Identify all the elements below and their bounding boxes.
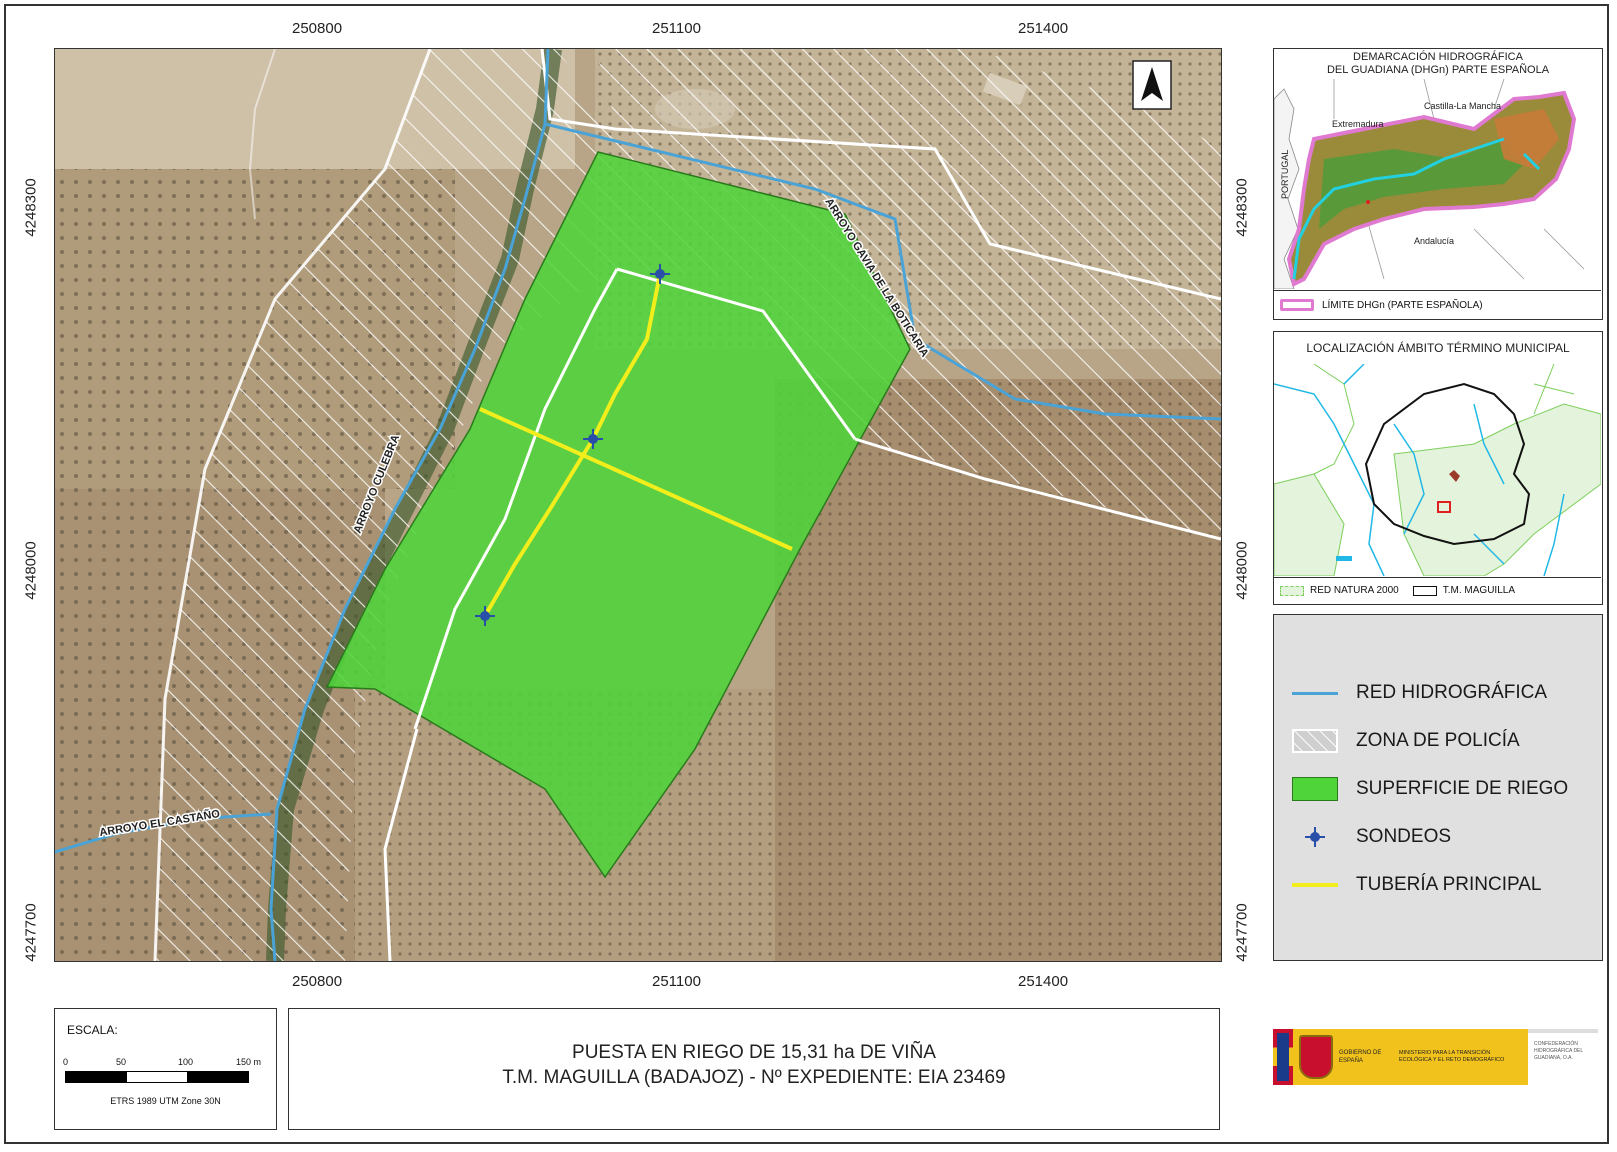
- scale-tick-100: 100: [178, 1057, 194, 1067]
- coat-of-arms-icon: [1299, 1035, 1333, 1079]
- legend-label-pipe: TUBERÍA PRINCIPAL: [1356, 874, 1542, 895]
- scale-tick-50: 50: [116, 1057, 127, 1067]
- inset-dhg-legend: LÍMITE DHGn (PARTE ESPAÑOLA): [1280, 299, 1483, 311]
- coord-x-top-1: 250800: [292, 20, 343, 37]
- map-legend: RED HIDROGRÁFICA ZONA DE POLICÍA SUPERFI…: [1273, 614, 1603, 961]
- legend-label-wells: SONDEOS: [1356, 826, 1452, 847]
- scale-tick-150: 150 m: [236, 1057, 262, 1067]
- legend-item-wells: SONDEOS: [1292, 817, 1451, 857]
- label-castilla: Castilla-La Mancha: [1424, 101, 1501, 111]
- legend-label-police: ZONA DE POLICÍA: [1356, 730, 1520, 751]
- coord-x-top-3: 251400: [1018, 20, 1069, 37]
- map-title-line1: PUESTA EN RIEGO DE 15,31 ha DE VIÑA: [572, 1042, 936, 1063]
- scale-box: ESCALA: 0 50 100 150 m ETRS 1989 UTM Zon…: [54, 1008, 277, 1130]
- coord-y-right-1: 4248300: [1233, 178, 1251, 237]
- coord-x-bottom-2: 251100: [652, 973, 701, 990]
- inset-tm-title: LOCALIZACIÓN ÁMBITO TÉRMINO MUNICIPAL: [1306, 341, 1570, 355]
- label-andalucia: Andalucía: [1414, 236, 1454, 246]
- legend-item-water: RED HIDROGRÁFICA: [1292, 673, 1547, 713]
- coord-x-bottom-1: 250800: [292, 973, 343, 990]
- coord-x-top-2: 251100: [652, 20, 701, 37]
- coord-y-right-3: 4247700: [1233, 903, 1251, 962]
- legend-item-irrigation: SUPERFICIE DE RIEGO: [1292, 769, 1568, 809]
- map-title-line2: T.M. MAGUILLA (BADAJOZ) - Nº EXPEDIENTE:…: [502, 1067, 1006, 1088]
- gobierno-text: GOBIERNO DE ESPAÑA: [1339, 1050, 1382, 1064]
- legend-item-pipe: TUBERÍA PRINCIPAL: [1292, 865, 1541, 905]
- inset-dhg-title-1: DEMARCACIÓN HIDROGRÁFICA: [1353, 51, 1523, 63]
- inset-tm-map: [1274, 364, 1601, 576]
- coord-x-bottom-3: 251400: [1018, 973, 1069, 990]
- blue-line-icon: [1292, 681, 1338, 705]
- legend-item-police: ZONA DE POLICÍA: [1292, 721, 1520, 761]
- scale-bar: [65, 1071, 249, 1083]
- yellow-line-icon: [1292, 873, 1338, 897]
- north-arrow-icon: [1132, 60, 1172, 110]
- title-box: PUESTA EN RIEGO DE 15,31 ha DE VIÑA T.M.…: [288, 1008, 1220, 1130]
- coord-y-left-2: 4248000: [22, 541, 40, 600]
- scale-title: ESCALA:: [67, 1023, 118, 1037]
- coord-y-left-3: 4247700: [22, 903, 40, 962]
- tm-boundary-icon: [1412, 585, 1437, 596]
- inset-dhg-title-2: DEL GUADIANA (DHGn) PARTE ESPAÑOLA: [1326, 64, 1550, 76]
- well-cross-icon: [1292, 825, 1338, 849]
- spain-flag-icon: [1273, 1029, 1293, 1085]
- legend-label-water: RED HIDROGRÁFICA: [1356, 682, 1548, 703]
- dhg-limit-icon: [1280, 299, 1314, 311]
- natura-icon: [1280, 585, 1304, 596]
- scale-tick-0: 0: [63, 1057, 69, 1067]
- main-map[interactable]: ARROYO GAVIA DE LA BOTICARIA ARROYO CULE…: [54, 48, 1222, 962]
- coord-y-left-1: 4248300: [22, 178, 40, 237]
- gobierno-logo: GOBIERNO DE ESPAÑA MINISTERIO PARA LA TR…: [1273, 1029, 1528, 1085]
- inset-dhg-panel: DEMARCACIÓN HIDROGRÁFICA DEL GUADIANA (D…: [1273, 48, 1603, 320]
- label-extremadura: Extremadura: [1332, 119, 1384, 129]
- tm-label: T.M. MAGUILLA: [1442, 585, 1515, 596]
- dhg-limit-label: LÍMITE DHGn (PARTE ESPAÑOLA): [1322, 299, 1483, 311]
- inset-tm-panel: LOCALIZACIÓN ÁMBITO TÉRMINO MUNICIPAL RE…: [1273, 331, 1603, 605]
- legend-label-irrigation: SUPERFICIE DE RIEGO: [1356, 778, 1569, 799]
- confederacion-text: CONFEDERACIÓN HIDROGRÁFICA DEL GUADIANA,…: [1534, 1041, 1583, 1061]
- ministerio-text: MINISTERIO PARA LA TRANSICIÓN ECOLÓGICA …: [1399, 1050, 1505, 1063]
- main-map-svg: ARROYO GAVIA DE LA BOTICARIA ARROYO CULE…: [55, 49, 1221, 961]
- label-portugal: PORTUGAL: [1280, 150, 1290, 199]
- inset-tm-legend: RED NATURA 2000 T.M. MAGUILLA: [1280, 585, 1515, 596]
- inset-dhg-map: Extremadura Castilla-La Mancha Andalucía…: [1274, 79, 1601, 289]
- confederacion-logo: CONFEDERACIÓN HIDROGRÁFICA DEL GUADIANA,…: [1528, 1029, 1598, 1089]
- natura-label: RED NATURA 2000: [1310, 585, 1399, 596]
- hatch-box-icon: [1292, 729, 1338, 753]
- green-box-icon: [1292, 777, 1338, 801]
- scale-projection: ETRS 1989 UTM Zone 30N: [110, 1096, 221, 1106]
- coord-y-right-2: 4248000: [1233, 541, 1251, 600]
